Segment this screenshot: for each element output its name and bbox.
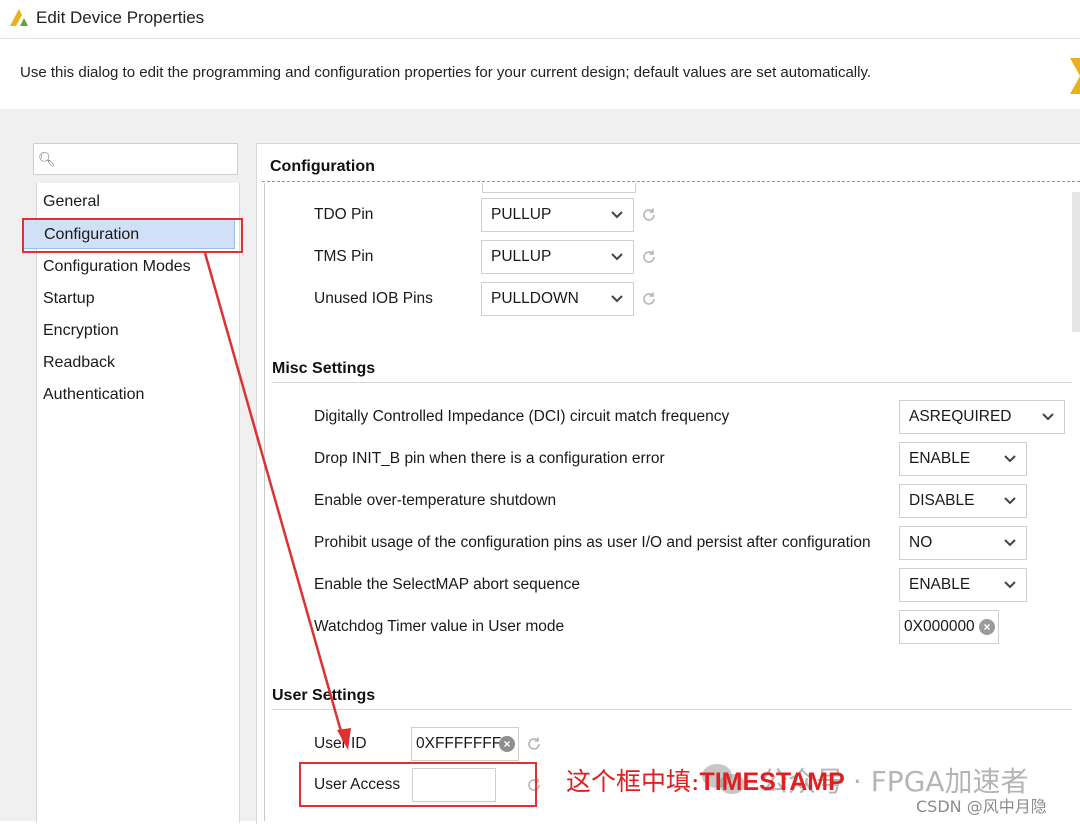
panel-title: Configuration bbox=[270, 158, 375, 175]
drop-initb-value: ENABLE bbox=[909, 450, 971, 467]
tdo-pin-select[interactable]: PULLUP bbox=[481, 198, 634, 232]
chevron-down-icon bbox=[1042, 413, 1054, 421]
nav-item-configuration[interactable]: Configuration bbox=[23, 219, 235, 249]
tms-pin-label: TMS Pin bbox=[314, 248, 374, 265]
vertical-scrollbar[interactable] bbox=[1072, 192, 1080, 332]
user-settings-header: User Settings bbox=[272, 687, 376, 704]
nav-item-startup[interactable]: Startup bbox=[43, 290, 95, 308]
watchdog-value: 0X000000 bbox=[904, 618, 975, 635]
reset-icon[interactable] bbox=[526, 777, 542, 793]
clear-icon[interactable]: × bbox=[979, 619, 995, 635]
nav-item-configuration-modes[interactable]: Configuration Modes bbox=[43, 258, 191, 276]
persist-pins-value: NO bbox=[909, 534, 933, 551]
user-id-value: 0XFFFFFFFF bbox=[416, 735, 511, 752]
unused-iob-value: PULLDOWN bbox=[491, 290, 579, 307]
title-bar: Edit Device Properties bbox=[0, 0, 1080, 39]
overtemp-shutdown-select[interactable]: DISABLE bbox=[899, 484, 1027, 518]
dci-frequency-label: Digitally Controlled Impedance (DCI) cir… bbox=[314, 408, 730, 425]
dashed-divider bbox=[262, 181, 1080, 182]
annotation-prefix: 这个框中填: bbox=[566, 767, 700, 796]
watchdog-field[interactable]: 0X000000 × bbox=[899, 610, 999, 644]
tdo-pin-label: TDO Pin bbox=[314, 206, 374, 223]
search-box[interactable]: 🔍︎ bbox=[33, 143, 238, 175]
drop-initb-label: Drop INIT_B pin when there is a configur… bbox=[314, 450, 665, 467]
selectmap-abort-value: ENABLE bbox=[909, 576, 971, 593]
section-divider bbox=[272, 709, 1072, 710]
window-title: Edit Device Properties bbox=[36, 8, 205, 27]
misc-settings-header: Misc Settings bbox=[272, 360, 376, 377]
dci-frequency-select[interactable]: ASREQUIRED bbox=[899, 400, 1065, 434]
category-list: General Configuration Configuration Mode… bbox=[23, 183, 240, 823]
chevron-down-icon bbox=[611, 295, 623, 303]
clear-icon[interactable]: × bbox=[499, 736, 515, 752]
drop-initb-select[interactable]: ENABLE bbox=[899, 442, 1027, 476]
unused-iob-select[interactable]: PULLDOWN bbox=[481, 282, 634, 316]
tms-pin-select[interactable]: PULLUP bbox=[481, 240, 634, 274]
reset-icon[interactable] bbox=[526, 736, 542, 752]
tdo-pin-value: PULLUP bbox=[491, 206, 552, 223]
scrolled-field-edge bbox=[482, 183, 636, 193]
chevron-down-icon bbox=[611, 253, 623, 261]
dci-frequency-value: ASREQUIRED bbox=[909, 408, 1012, 425]
chevron-down-icon bbox=[1004, 539, 1016, 547]
dialog-description: Use this dialog to edit the programming … bbox=[20, 64, 872, 81]
nav-item-readback[interactable]: Readback bbox=[43, 354, 115, 372]
reset-icon[interactable] bbox=[641, 249, 657, 265]
nav-item-general[interactable]: General bbox=[43, 193, 100, 211]
overtemp-shutdown-value: DISABLE bbox=[909, 492, 975, 509]
chevron-down-icon bbox=[611, 211, 623, 219]
chevron-down-icon bbox=[1004, 497, 1016, 505]
selectmap-abort-label: Enable the SelectMAP abort sequence bbox=[314, 576, 580, 593]
user-access-field[interactable] bbox=[412, 768, 496, 802]
search-icon: 🔍︎ bbox=[38, 151, 56, 167]
panel-inner-border bbox=[264, 183, 265, 821]
xilinx-corner-logo-icon bbox=[1070, 58, 1080, 94]
user-id-field[interactable]: 0XFFFFFFFF × bbox=[411, 727, 519, 761]
watermark-csdn: CSDN @风中月隐 bbox=[916, 797, 1047, 816]
section-divider bbox=[272, 382, 1072, 383]
chevron-down-icon bbox=[1004, 581, 1016, 589]
reset-icon[interactable] bbox=[641, 291, 657, 307]
overtemp-shutdown-label: Enable over-temperature shutdown bbox=[314, 492, 557, 509]
persist-pins-label: Prohibit usage of the configuration pins… bbox=[314, 534, 871, 551]
user-access-label: User Access bbox=[314, 776, 401, 793]
annotation-keyword: TIMESTAMP bbox=[699, 768, 845, 796]
nav-item-encryption[interactable]: Encryption bbox=[43, 322, 119, 340]
search-input[interactable] bbox=[56, 146, 236, 174]
user-id-label: User ID bbox=[314, 735, 367, 752]
nav-item-authentication[interactable]: Authentication bbox=[43, 386, 144, 404]
persist-pins-select[interactable]: NO bbox=[899, 526, 1027, 560]
xilinx-logo-icon bbox=[10, 9, 28, 26]
annotation-text: 这个框中填:TIMESTAMP bbox=[566, 762, 845, 798]
watchdog-label: Watchdog Timer value in User mode bbox=[314, 618, 565, 635]
tms-pin-value: PULLUP bbox=[491, 248, 552, 265]
reset-icon[interactable] bbox=[641, 207, 657, 223]
selectmap-abort-select[interactable]: ENABLE bbox=[899, 568, 1027, 602]
unused-iob-label: Unused IOB Pins bbox=[314, 290, 433, 307]
chevron-down-icon bbox=[1004, 455, 1016, 463]
